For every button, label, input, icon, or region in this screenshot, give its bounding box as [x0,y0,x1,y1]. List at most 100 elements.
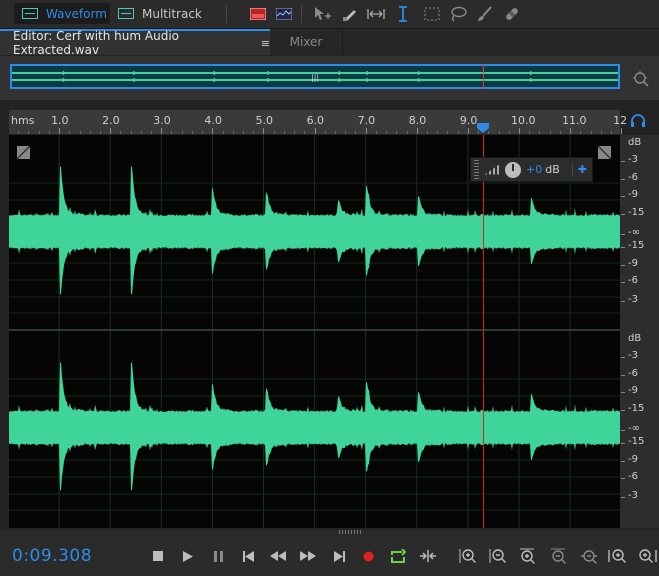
play-button[interactable] [178,547,198,565]
ruler-minor-tick [580,131,582,134]
ruler-tick [416,128,418,134]
ruler-tick [263,128,265,134]
ruler-minor-tick [232,131,234,134]
time-display[interactable]: 0:09.308 [12,546,92,566]
overview-playhead [483,64,484,89]
zoom-in-at-start-button[interactable] [608,547,628,565]
waveform-icon [22,8,38,19]
playhead-handle[interactable] [477,123,489,133]
ruler-minor-tick [38,131,40,134]
db-scale-label: -9 [628,385,638,396]
loop-playback-button[interactable] [388,547,408,565]
ruler-minor-tick [18,131,20,134]
time-selection-tool-icon[interactable] [393,5,413,23]
ruler-minor-tick [28,131,30,134]
zoom-in-amplitude-button[interactable] [458,547,478,565]
zoom-out-time-button[interactable] [549,547,569,565]
rewind-icon [270,551,286,561]
db-scale-label: -6 [628,471,638,482]
ruler-minor-tick [345,131,347,134]
db-scale-tick [621,392,625,393]
zoom-in-amplitude-icon [459,549,476,563]
marquee-tool-icon[interactable] [422,5,442,23]
spectral-pitch-icon[interactable] [274,5,294,23]
ruler-minor-tick [202,131,204,134]
playhead-line [483,135,484,528]
panel-menu-icon[interactable]: ≡ [261,37,270,50]
skip-selection-icon [420,550,436,562]
volume-value[interactable]: +0 [526,163,542,176]
ruler-tick-label: 9.0 [459,114,478,127]
move-to-previous-button[interactable] [238,547,258,565]
toolbar-separator [226,5,227,23]
db-scale-tick [621,375,625,376]
db-scale-tick [621,179,625,180]
waveform-display[interactable] [9,135,620,528]
ruler-minor-tick [324,131,326,134]
hud-grip[interactable] [474,160,479,179]
panel-resize-grip[interactable] [339,530,363,534]
ruler-minor-tick [396,131,398,134]
stop-button[interactable] [148,547,168,565]
overview-drag-handle[interactable]: ||| [311,73,319,82]
db-scale-label: -6 [628,368,638,379]
ruler-minor-tick [559,131,561,134]
tab-mixer[interactable]: Mixer [270,29,343,55]
ruler-minor-tick [273,131,275,134]
ruler-minor-tick [181,131,183,134]
db-scale-tick [621,196,625,197]
ruler-tick-label: 11.0 [562,114,587,127]
zoom-out-amplitude-button[interactable] [488,547,508,565]
db-scale-label: -15 [628,240,645,251]
fade-in-handle-icon[interactable] [17,146,30,159]
razor-tool-icon[interactable] [340,5,360,23]
ruler-tick [621,128,623,134]
db-scale-tick [621,461,625,462]
fast-forward-button[interactable] [298,547,318,565]
db-scale-tick [621,410,625,411]
ruler-tick [161,128,163,134]
volume-unit: dB [545,163,560,176]
volume-hud[interactable]: +0 dB ✚ [470,157,593,182]
play-icon [183,550,193,562]
zoom-in-time-button[interactable] [518,547,538,565]
multitrack-view-button[interactable]: Multitrack [110,3,202,24]
lasso-tool-icon[interactable] [448,5,468,23]
move-to-next-button[interactable] [329,547,349,565]
db-scale-label: -9 [628,258,638,269]
db-scale-tick [621,497,625,498]
volume-knob[interactable] [505,161,521,178]
waveform-canvas[interactable] [9,135,620,528]
fade-out-handle-icon[interactable] [598,146,611,159]
db-scale-label: -9 [628,454,638,465]
slip-tool-icon[interactable] [366,5,386,23]
zoom-in-at-end-button[interactable] [637,547,657,565]
db-scale[interactable] [620,135,659,528]
spot-healing-icon[interactable] [502,5,522,23]
waveform-view-button[interactable]: Waveform [14,3,110,24]
pin-icon[interactable]: ✚ [571,163,587,176]
brush-tool-icon[interactable] [475,5,495,23]
ruler-minor-tick [120,131,122,134]
zoom-out-full-icon [581,550,597,564]
ruler-minor-tick [539,131,541,134]
headphones-icon[interactable] [630,113,646,129]
ruler-minor-tick [151,131,153,134]
record-button[interactable] [358,547,378,565]
pause-button[interactable] [208,547,228,565]
ruler-minor-tick [130,131,132,134]
zoom-out-full-button[interactable] [579,547,599,565]
db-scale-tick [621,443,625,444]
skip-selection-button[interactable] [418,547,438,565]
zoom-navigator-icon[interactable] [632,70,650,88]
spectral-frequency-icon[interactable] [248,5,268,23]
zoom-out-amplitude-icon [489,549,506,563]
move-tool-icon[interactable] [312,5,332,23]
ruler-minor-tick [437,131,439,134]
tab-editor[interactable]: Editor: Cerf with hum Audio Extracted.wa… [0,29,270,57]
ruler-minor-tick [253,131,255,134]
ruler-minor-tick [406,131,408,134]
rewind-button[interactable] [268,547,288,565]
db-scale-label: -15 [628,403,645,414]
db-scale-label: -∞ [628,423,640,434]
